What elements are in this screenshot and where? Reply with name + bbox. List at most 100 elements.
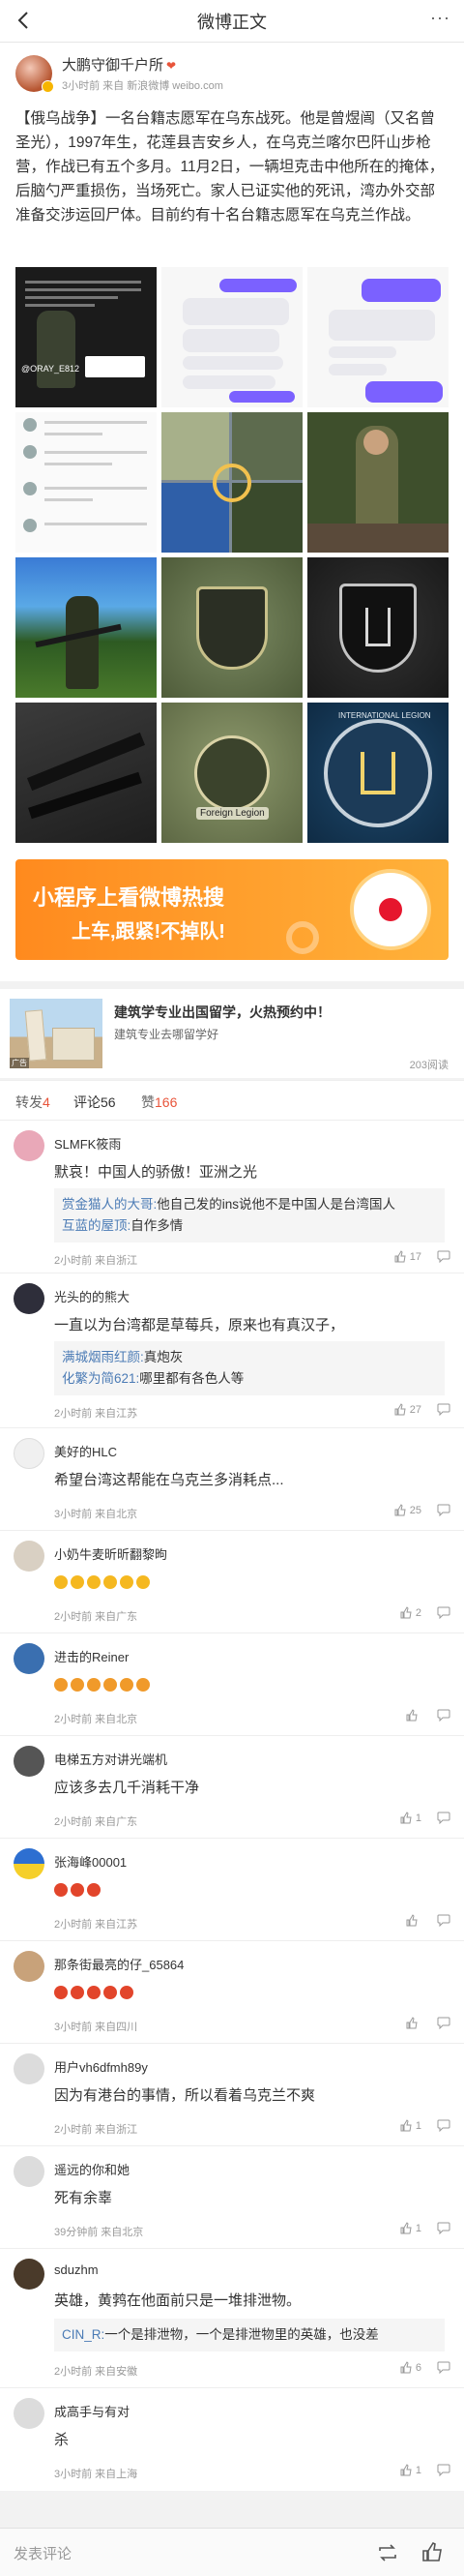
post-image-3[interactable] [307,267,449,407]
commenter-name[interactable]: 光头的的熊大 [54,1287,130,1305]
ad-thumbnail[interactable]: 广告 [10,999,102,1068]
commenter-name[interactable]: 美好的HLC [54,1442,117,1460]
tab-comments[interactable]: 评论56 [73,1093,116,1124]
commenter-avatar[interactable] [14,1746,44,1777]
thumbs-up-icon [406,1709,418,1722]
like-button[interactable]: 1 [400,2464,421,2476]
commenter-avatar[interactable] [14,1848,44,1879]
comment-time: 2小时前 来自浙江 [54,1255,138,1267]
commenter-name[interactable]: 成高手与有对 [54,2402,130,2420]
post-author[interactable]: 大鹏守御千户所 ❤ 3小时前 来自 新浪微博 weibo.com [15,54,223,93]
reply-user[interactable]: 赏金猫人的大哥: [62,1197,157,1212]
commenter-avatar[interactable] [14,1951,44,1982]
comment-item: 成高手与有对 杀 3小时前 来自上海 1 [0,2388,464,2491]
reply-bubble-icon[interactable] [437,1504,450,1516]
commenter-avatar[interactable] [14,1541,44,1572]
like-button[interactable]: 25 [394,1504,421,1516]
post-image-9[interactable] [307,557,449,698]
comment-text: 因为有港台的事情，所以看着乌克兰不爽 [54,2087,316,2104]
like-icon[interactable] [421,2541,443,2562]
commenter-avatar[interactable] [14,1438,44,1469]
tab-likes[interactable]: 赞166 [141,1093,177,1112]
comment-item: 那条街最亮的仔_65864 3小时前 来自四川 [0,1941,464,2044]
commenter-name[interactable]: 那条街最亮的仔_65864 [54,1955,184,1973]
reply-bubble-icon[interactable] [437,2222,450,2234]
post-image-4[interactable] [15,412,157,553]
commenter-name[interactable]: 张海峰00001 [54,1852,127,1871]
like-button[interactable]: 27 [394,1403,421,1416]
post-image-7[interactable] [15,557,157,698]
like-button[interactable] [406,1914,421,1927]
commenter-name[interactable]: 进击的Reiner [54,1647,129,1665]
back-arrow-icon[interactable] [14,10,35,31]
post-image-2[interactable] [161,267,303,407]
commenter-avatar[interactable] [14,2398,44,2429]
comment-time: 2小时前 来自浙江 [54,2124,138,2136]
commenter-name[interactable]: sduzhm [54,2262,99,2277]
post-time-source: 3小时前 来自 新浪微博 weibo.com [62,80,223,92]
comment-item: 遥远的你和她 死有余辜 39分钟前 来自北京 1 [0,2146,464,2249]
commenter-avatar[interactable] [14,2259,44,2290]
reply-bubble-icon[interactable] [437,1250,450,1263]
commenter-avatar[interactable] [14,1130,44,1161]
reply-user[interactable]: 化繁为简621: [62,1371,139,1386]
reply-user[interactable]: CIN_R: [62,2327,104,2342]
promo-banner[interactable]: 小程序上看微博热搜 上车,跟紧!不掉队! [15,859,449,960]
commenter-avatar[interactable] [14,2053,44,2084]
commenter-avatar[interactable] [14,1643,44,1674]
thumbs-up-icon [406,1914,418,1927]
reply-bubble-icon[interactable] [437,2119,450,2132]
reply-bubble-icon[interactable] [437,1709,450,1722]
reply-bubble-icon[interactable] [437,1812,450,1824]
post-image-6[interactable] [307,412,449,553]
like-button[interactable]: 1 [400,1812,421,1824]
like-button[interactable] [406,1709,421,1722]
emoji-reaction [54,1881,103,1898]
ad-title[interactable]: 建筑学专业出国留学，火热预约中！ [114,1003,331,1022]
reply-bubble-icon[interactable] [437,1403,450,1416]
post-image-11[interactable]: Foreign Legion [161,703,303,843]
commenter-name[interactable]: 遥远的你和她 [54,2160,130,2178]
comment-time: 2小时前 来自江苏 [54,1919,138,1931]
commenter-avatar[interactable] [14,1283,44,1314]
post-image-10[interactable] [15,703,157,843]
like-button[interactable]: 1 [400,2222,421,2234]
post-image-8[interactable] [161,557,303,698]
like-button[interactable]: 1 [400,2119,421,2132]
author-name[interactable]: 大鹏守御千户所 [62,57,163,74]
avatar[interactable] [15,55,54,93]
reply-bubble-icon[interactable] [437,1606,450,1619]
reply-user[interactable]: 满城烟雨红颜: [62,1350,144,1364]
commenter-name[interactable]: 电梯五方对讲光端机 [54,1750,167,1768]
post-image-12[interactable]: INTERNATIONAL LEGION [307,703,449,843]
like-button[interactable] [406,2017,421,2029]
reply-bubble-icon[interactable] [437,2017,450,2029]
comment-time: 2小时前 来自北京 [54,1714,138,1725]
commenter-name[interactable]: 用户vh6dfmh89y [54,2057,148,2076]
reply-bubble-icon[interactable] [437,2464,450,2476]
like-button[interactable]: 6 [400,2361,421,2374]
commenter-avatar[interactable] [14,2156,44,2187]
reply-bubble-icon[interactable] [437,1914,450,1927]
reply-box[interactable]: 满城烟雨红颜:真炮灰 化繁为简621:哪里都有各色人等 [54,1341,445,1395]
ad-card[interactable]: 广告 建筑学专业出国留学，火热预约中！ 建筑专业去哪留学好 203阅读 [0,989,464,1078]
like-button[interactable]: 17 [394,1250,421,1263]
commenter-name[interactable]: 小奶牛麦昕昕翻黎昫 [54,1544,167,1563]
like-button[interactable]: 2 [400,1606,421,1619]
post-image-5[interactable] [161,412,303,553]
post-text: 【俄乌战争】一名台籍志愿军在乌东战死。他是曾煜闿（又名曾圣光），1997年生，花… [15,110,445,224]
post-image-1[interactable]: @ORAY_E812 [15,267,157,407]
comment-input[interactable]: 发表评论 [14,2543,72,2563]
reply-box[interactable]: CIN_R:一个是排泄物，一个是排泄物里的英雄，也没差 [54,2319,445,2351]
commenter-name[interactable]: SLMFK筱雨 [54,1134,121,1153]
tab-reposts[interactable]: 转发4 [15,1093,50,1112]
heart-icon: ❤ [166,59,177,73]
repost-icon[interactable] [377,2543,398,2562]
reply-user[interactable]: 互蓝的屋顶: [62,1218,130,1233]
reply-box[interactable]: 赏金猫人的大哥:他自己发的ins说他不是中国人是台湾国人 互蓝的屋顶:自作多情 [54,1188,445,1243]
reply-text: 他自己发的ins说他不是中国人是台湾国人 [157,1197,396,1212]
comment-text: 应该多去几千消耗干净 [54,1780,200,1796]
more-options-icon[interactable]: ··· [430,8,450,28]
reply-bubble-icon[interactable] [437,2361,450,2374]
thumbs-up-icon [394,1504,406,1516]
